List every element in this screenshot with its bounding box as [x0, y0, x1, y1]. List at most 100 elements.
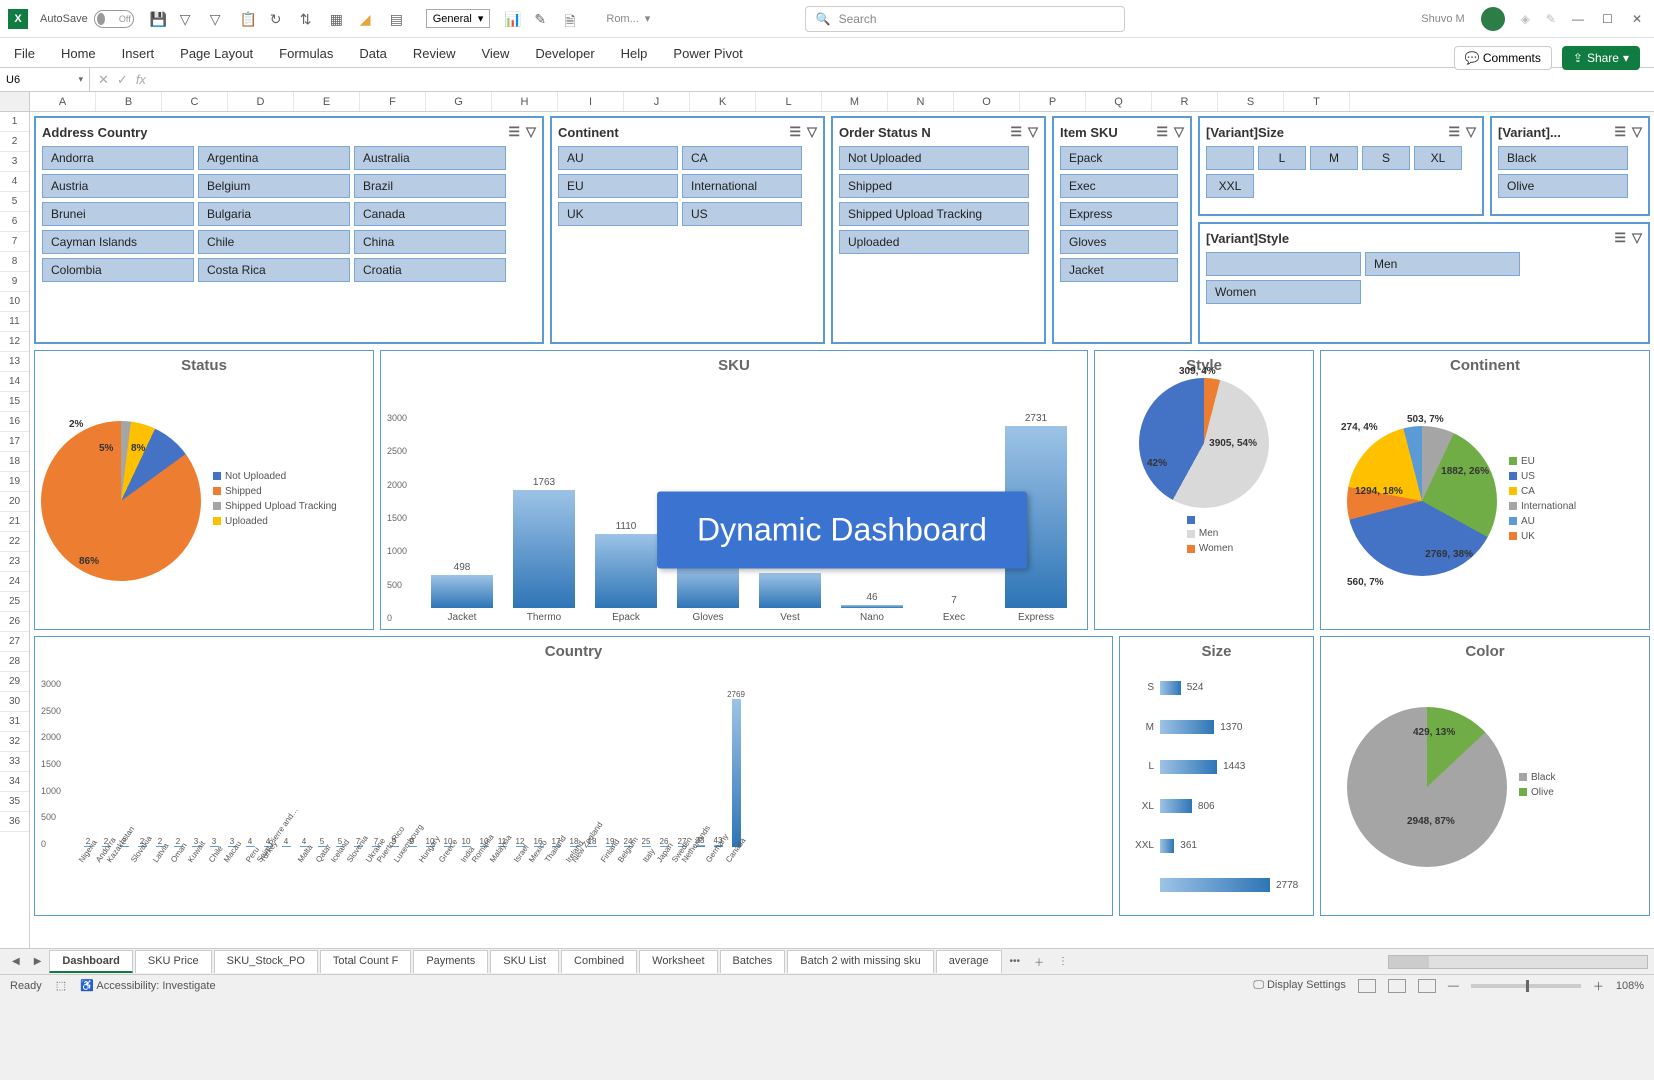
display-settings-button[interactable]: 🖵 Display Settings — [1253, 979, 1346, 992]
search-input[interactable]: 🔍 Search — [805, 6, 1125, 32]
slicer-item[interactable]: Olive — [1498, 174, 1628, 198]
sheet-tab[interactable]: Dashboard — [49, 950, 132, 973]
slicer-item[interactable]: Andorra — [42, 146, 194, 170]
bar[interactable]: 1110Epack — [595, 521, 657, 623]
accessibility-status[interactable]: ♿ Accessibility: Investigate — [80, 979, 215, 992]
multi-select-icon[interactable]: ☰ — [508, 124, 520, 140]
slicer-item[interactable]: Gloves — [1060, 230, 1178, 254]
number-format-dropdown[interactable]: General▾ — [426, 9, 491, 28]
sheet-tab[interactable]: SKU Price — [135, 950, 212, 973]
multi-select-icon[interactable]: ☰ — [1448, 124, 1460, 140]
close-icon[interactable]: ✕ — [1632, 12, 1646, 26]
chart-style[interactable]: Style 309, 4% 3905, 54% 42% Men Women — [1094, 350, 1314, 630]
slicer-item[interactable]: CA — [682, 146, 802, 170]
slicer-item[interactable]: XL — [1414, 146, 1462, 170]
multi-select-icon[interactable]: ☰ — [1156, 124, 1168, 140]
col-header[interactable]: N — [888, 92, 954, 111]
row-header[interactable]: 33 — [0, 752, 29, 772]
zoom-in-icon[interactable]: ＋ — [1593, 978, 1604, 994]
tab-home[interactable]: Home — [61, 46, 96, 67]
slicer-item[interactable]: S — [1362, 146, 1410, 170]
clear-filter-icon[interactable]: ▽ — [1466, 124, 1476, 140]
slicer-item[interactable]: Exec — [1060, 174, 1178, 198]
row-header[interactable]: 28 — [0, 652, 29, 672]
bar[interactable]: M1370 — [1130, 720, 1303, 734]
row-header[interactable]: 11 — [0, 312, 29, 332]
row-header[interactable]: 7 — [0, 232, 29, 252]
zoom-out-icon[interactable]: — — [1448, 980, 1459, 992]
row-header[interactable]: 15 — [0, 392, 29, 412]
slicer-item[interactable]: Shipped — [839, 174, 1029, 198]
row-header[interactable]: 17 — [0, 432, 29, 452]
col-header[interactable]: K — [690, 92, 756, 111]
select-all-corner[interactable] — [0, 92, 30, 111]
col-header[interactable]: O — [954, 92, 1020, 111]
tab-view[interactable]: View — [481, 46, 509, 67]
clear-filter-icon[interactable]: ▽ — [1028, 124, 1038, 140]
col-header[interactable]: T — [1284, 92, 1350, 111]
clear-filter-icon[interactable]: ▽ — [1174, 124, 1184, 140]
sheet-tab[interactable]: Worksheet — [639, 950, 717, 973]
tab-insert[interactable]: Insert — [122, 46, 155, 67]
slicer-item[interactable]: Black — [1498, 146, 1628, 170]
row-header[interactable]: 10 — [0, 292, 29, 312]
slicer-item[interactable]: Australia — [354, 146, 506, 170]
col-header[interactable]: B — [96, 92, 162, 111]
slicer-item[interactable] — [1206, 252, 1361, 276]
col-header[interactable]: F — [360, 92, 426, 111]
row-header[interactable]: 36 — [0, 812, 29, 832]
row-header[interactable]: 3 — [0, 152, 29, 172]
row-header[interactable]: 2 — [0, 132, 29, 152]
slicer-item[interactable]: UK — [558, 202, 678, 226]
col-header[interactable]: A — [30, 92, 96, 111]
worksheet-canvas[interactable]: Address Country☰▽ AndorraArgentinaAustra… — [30, 112, 1654, 948]
slicer-item[interactable]: Men — [1365, 252, 1520, 276]
bar[interactable]: L1443 — [1130, 760, 1303, 774]
zoom-level[interactable]: 108% — [1616, 980, 1644, 992]
sheet-tab[interactable]: Batch 2 with missing sku — [787, 950, 933, 973]
slicer-item[interactable]: Cayman Islands — [42, 230, 194, 254]
sheet-tab[interactable]: SKU List — [490, 950, 559, 973]
filter-icon[interactable]: ▽ — [180, 11, 196, 27]
slicer-item[interactable]: Austria — [42, 174, 194, 198]
row-header[interactable]: 27 — [0, 632, 29, 652]
tab-help[interactable]: Help — [621, 46, 648, 67]
row-header[interactable]: 22 — [0, 532, 29, 552]
redo-icon[interactable]: ↻ — [270, 11, 286, 27]
slicer-item[interactable]: Argentina — [198, 146, 350, 170]
save-icon[interactable]: 💾 — [150, 11, 166, 27]
view-normal-icon[interactable] — [1358, 979, 1376, 993]
slicer-item[interactable]: Jacket — [1060, 258, 1178, 282]
fill-color-icon[interactable]: ◢ — [360, 11, 376, 27]
row-header[interactable]: 8 — [0, 252, 29, 272]
bar[interactable]: S524 — [1130, 681, 1303, 695]
multi-select-icon[interactable]: ☰ — [1010, 124, 1022, 140]
multi-select-icon[interactable]: ☰ — [1614, 230, 1626, 246]
slicer-continent[interactable]: Continent☰▽ AUCAEUInternationalUKUS — [550, 116, 825, 344]
tab-data[interactable]: Data — [359, 46, 386, 67]
slicer-item[interactable]: Colombia — [42, 258, 194, 282]
col-header[interactable]: Q — [1086, 92, 1152, 111]
tab-file[interactable]: File — [14, 46, 35, 67]
tab-review[interactable]: Review — [413, 46, 456, 67]
slicer-item[interactable]: Chile — [198, 230, 350, 254]
row-header[interactable]: 24 — [0, 572, 29, 592]
bar[interactable]: 498Jacket — [431, 562, 493, 623]
paste-icon[interactable]: 📋 — [240, 11, 256, 27]
row-header[interactable]: 12 — [0, 332, 29, 352]
bar[interactable]: XXL361 — [1130, 839, 1303, 853]
chart-status[interactable]: Status 2% 5% 8% 86% Not Uploaded Shipped… — [34, 350, 374, 630]
minimize-icon[interactable]: — — [1572, 12, 1586, 26]
row-header[interactable]: 23 — [0, 552, 29, 572]
col-header[interactable]: D — [228, 92, 294, 111]
font-dropdown[interactable]: Rom...▾ — [600, 10, 656, 27]
bar[interactable]: 2Nigeria — [79, 837, 97, 909]
tab-page-layout[interactable]: Page Layout — [180, 46, 253, 67]
col-header[interactable]: C — [162, 92, 228, 111]
slicer-item-sku[interactable]: Item SKU☰▽ EpackExecExpressGlovesJacket — [1052, 116, 1192, 344]
tab-formulas[interactable]: Formulas — [279, 46, 333, 67]
row-header[interactable]: 6 — [0, 212, 29, 232]
bar[interactable]: 2778 — [1130, 878, 1303, 892]
tab-power-pivot[interactable]: Power Pivot — [673, 46, 742, 67]
autosave-toggle[interactable]: AutoSave Off — [40, 10, 134, 28]
